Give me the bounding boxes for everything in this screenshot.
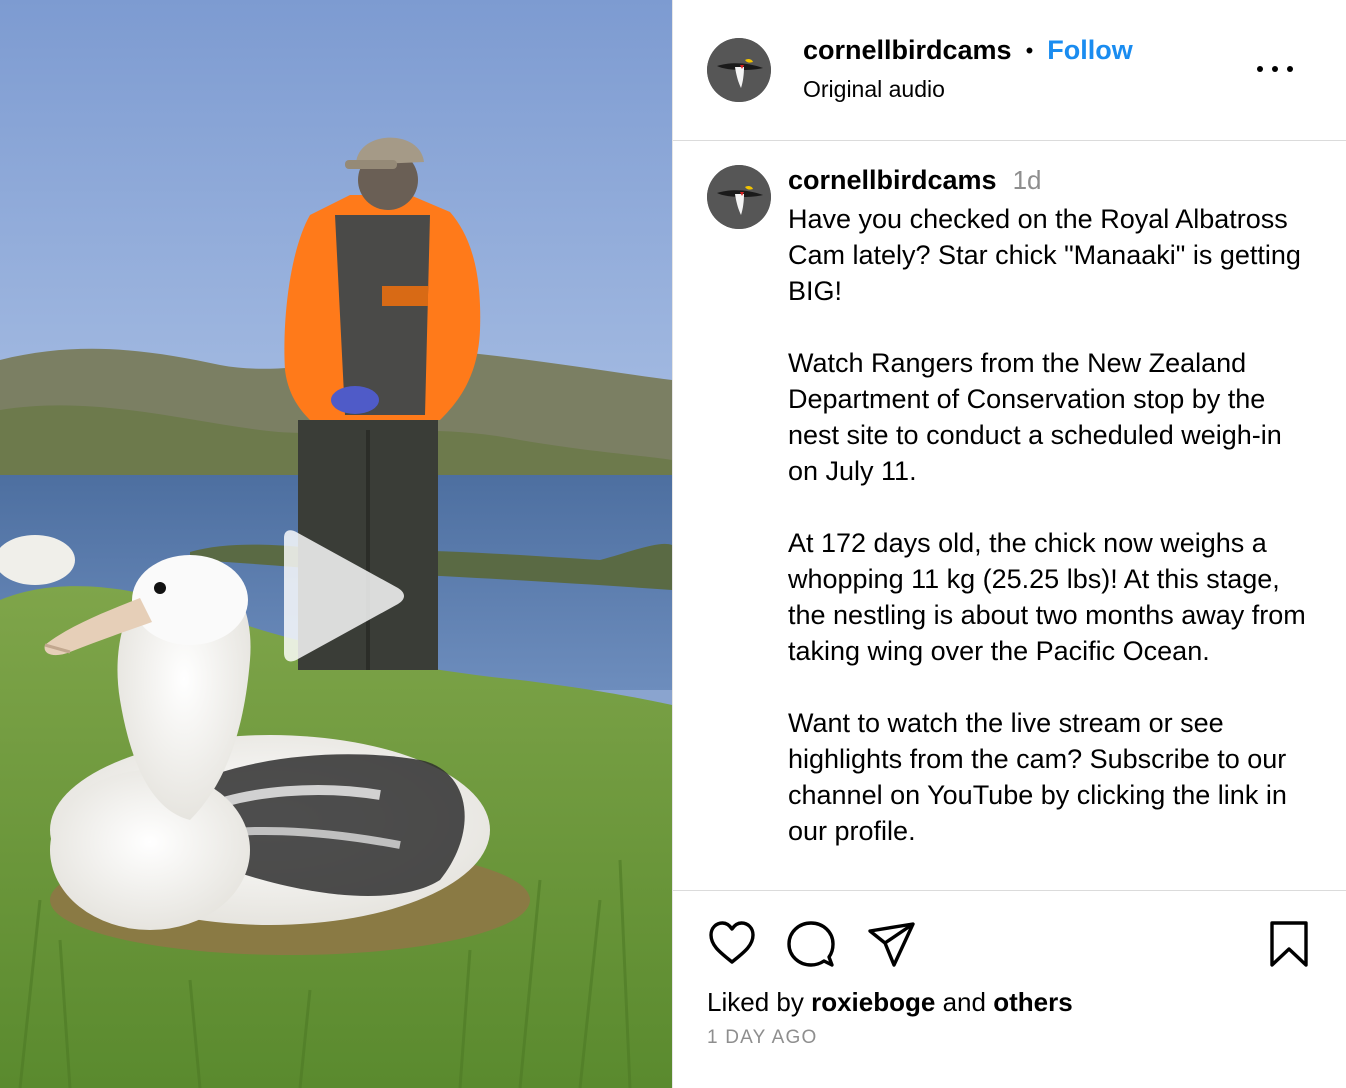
caption-paragraph: Want to watch the live stream or see hig… bbox=[788, 708, 1287, 846]
caption-paragraph: At 172 days old, the chick now weighs a … bbox=[788, 528, 1306, 666]
comment-icon bbox=[787, 921, 835, 967]
likes-prefix: Liked by bbox=[707, 987, 804, 1017]
liked-by-user-link[interactable]: roxieboge bbox=[811, 987, 935, 1017]
avatar[interactable] bbox=[707, 38, 771, 102]
share-icon bbox=[868, 922, 915, 967]
more-icon bbox=[1287, 66, 1293, 72]
likes-others-link[interactable]: others bbox=[993, 987, 1072, 1017]
bird-logo-icon bbox=[707, 38, 771, 102]
post-date[interactable]: 1 DAY AGO bbox=[707, 1027, 817, 1049]
more-options-button[interactable] bbox=[1257, 58, 1293, 80]
caption-paragraph: Have you checked on the Royal Albatross … bbox=[788, 204, 1301, 306]
bird-logo-icon bbox=[707, 165, 771, 229]
audio-link[interactable]: Original audio bbox=[803, 76, 945, 103]
like-button[interactable] bbox=[707, 919, 757, 969]
more-icon bbox=[1272, 66, 1278, 72]
likes-summary: Liked by roxieboge and others bbox=[707, 987, 1073, 1018]
separator-dot: • bbox=[1025, 37, 1034, 63]
video-player[interactable] bbox=[0, 0, 672, 1088]
post-panel: cornellbirdcams • Follow Original audio … bbox=[672, 0, 1346, 1088]
caption-avatar[interactable] bbox=[707, 165, 771, 229]
action-bar: Liked by roxieboge and others 1 DAY AGO bbox=[673, 890, 1346, 1088]
bookmark-icon bbox=[1270, 921, 1308, 967]
author-username[interactable]: cornellbirdcams bbox=[803, 35, 1012, 66]
play-button[interactable] bbox=[272, 528, 408, 664]
follow-button[interactable]: Follow bbox=[1047, 35, 1132, 66]
caption-timestamp[interactable]: 1d bbox=[1013, 165, 1042, 196]
comment-button[interactable] bbox=[786, 919, 836, 969]
more-icon bbox=[1257, 66, 1263, 72]
caption-section: cornellbirdcams 1d Have you checked on t… bbox=[673, 141, 1346, 889]
likes-middle: and bbox=[942, 987, 986, 1017]
play-icon bbox=[284, 530, 404, 662]
caption-paragraph: Watch Rangers from the New Zealand Depar… bbox=[788, 348, 1282, 486]
heart-icon bbox=[709, 921, 755, 964]
caption-username[interactable]: cornellbirdcams bbox=[788, 165, 997, 196]
save-button[interactable] bbox=[1264, 919, 1314, 969]
share-button[interactable] bbox=[867, 919, 917, 969]
caption-text: Have you checked on the Royal Albatross … bbox=[788, 201, 1318, 885]
post-header: cornellbirdcams • Follow Original audio bbox=[673, 0, 1346, 141]
